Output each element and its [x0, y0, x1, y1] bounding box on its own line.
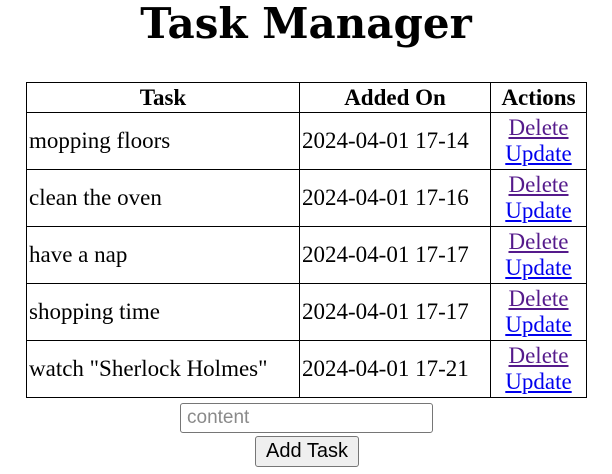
column-header-added-on: Added On [299, 82, 491, 113]
table-header-row: Task Added On Actions [26, 82, 587, 113]
add-task-button[interactable]: Add Task [255, 436, 359, 467]
delete-link[interactable]: Delete [493, 343, 584, 369]
delete-link[interactable]: Delete [493, 172, 584, 198]
delete-link[interactable]: Delete [493, 115, 584, 141]
task-actions-cell: Delete Update [490, 340, 587, 398]
task-actions-cell: Delete Update [490, 169, 587, 227]
content-input[interactable] [180, 403, 433, 433]
table-row: clean the oven 2024-04-01 17-16 Delete U… [26, 169, 587, 227]
task-actions-cell: Delete Update [490, 226, 587, 284]
delete-link[interactable]: Delete [493, 229, 584, 255]
table-row: shopping time 2024-04-01 17-17 Delete Up… [26, 283, 587, 341]
task-actions-cell: Delete Update [490, 112, 587, 170]
delete-link[interactable]: Delete [493, 286, 584, 312]
task-date-cell: 2024-04-01 17-14 [299, 112, 491, 170]
task-date-cell: 2024-04-01 17-17 [299, 226, 491, 284]
task-content-cell: have a nap [26, 226, 300, 284]
table-row: have a nap 2024-04-01 17-17 Delete Updat… [26, 226, 587, 284]
task-content-cell: mopping floors [26, 112, 300, 170]
task-actions-cell: Delete Update [490, 283, 587, 341]
update-link[interactable]: Update [493, 141, 584, 167]
task-date-cell: 2024-04-01 17-21 [299, 340, 491, 398]
page-title: Task Manager [140, 0, 472, 48]
tasks-table: Task Added On Actions mopping floors 202… [26, 82, 587, 398]
update-link[interactable]: Update [493, 255, 584, 281]
task-content-cell: clean the oven [26, 169, 300, 227]
table-row: mopping floors 2024-04-01 17-14 Delete U… [26, 112, 587, 170]
column-header-actions: Actions [490, 82, 587, 113]
task-content-cell: watch "Sherlock Holmes" [26, 340, 300, 398]
update-link[interactable]: Update [493, 198, 584, 224]
update-link[interactable]: Update [493, 312, 584, 338]
update-link[interactable]: Update [493, 369, 584, 395]
column-header-task: Task [26, 82, 300, 113]
task-content-cell: shopping time [26, 283, 300, 341]
task-date-cell: 2024-04-01 17-17 [299, 283, 491, 341]
task-date-cell: 2024-04-01 17-16 [299, 169, 491, 227]
table-row: watch "Sherlock Holmes" 2024-04-01 17-21… [26, 340, 587, 398]
